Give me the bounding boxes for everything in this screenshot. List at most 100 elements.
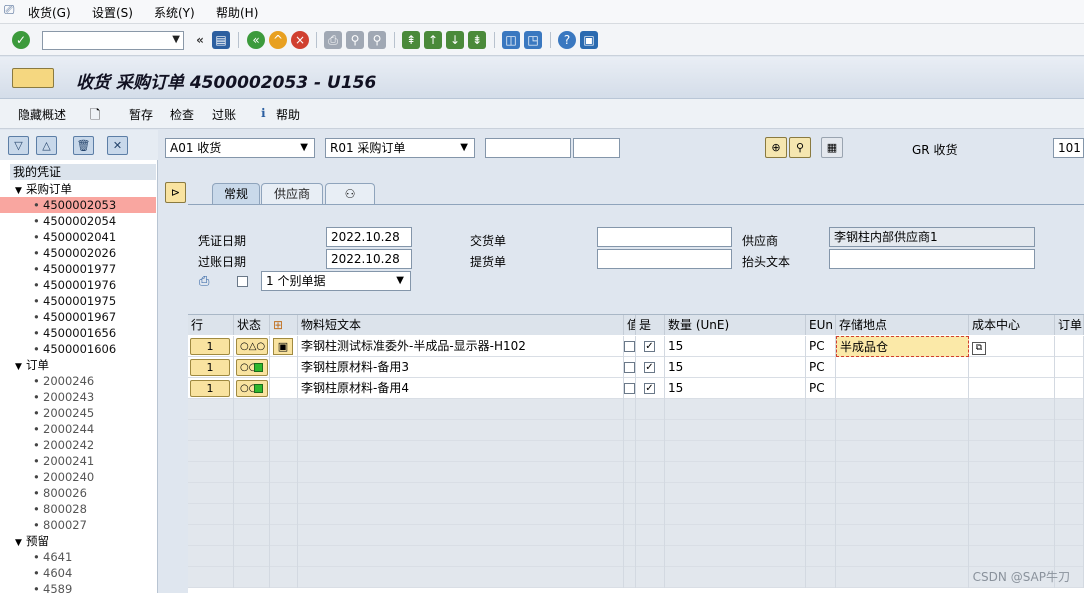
col-line-cell[interactable]: 1 <box>188 357 234 378</box>
layout-icon[interactable]: ▣ <box>580 31 598 49</box>
col-storage-location-cell[interactable] <box>836 378 969 399</box>
print-icon[interactable]: ⎙ <box>324 31 342 49</box>
info-icon[interactable]: ℹ <box>261 106 266 120</box>
tree-item-order[interactable]: • 2000244 <box>0 421 156 437</box>
table-row[interactable]: 1 ○△○ ▣ 李钢柱测试标准委外-半成品-显示器-H102 ✓ 15 PC 半成品仓 ⧉ <box>188 336 1084 357</box>
table-row[interactable]: 1 ○○ 李钢柱原材料-备用3 ✓ 15 PC <box>188 357 1084 378</box>
value-checkbox[interactable] <box>624 383 635 394</box>
col-value-cell[interactable] <box>624 336 636 357</box>
col-status-cell[interactable]: ○○ <box>234 378 270 399</box>
delete-icon[interactable]: 🗑 <box>73 136 94 155</box>
col-layout-header[interactable]: ⊞ <box>270 315 298 335</box>
col-value-cell[interactable] <box>624 378 636 399</box>
tree-item-purchase-order[interactable]: • 4500002026 <box>0 245 156 261</box>
shortcut-icon[interactable]: ◳ <box>524 31 542 49</box>
col-material-text-cell[interactable]: 李钢柱原材料-备用4 <box>298 378 624 399</box>
menu-settings[interactable]: 设置(S) <box>92 4 133 21</box>
check-button[interactable]: 检查 <box>170 106 194 123</box>
save-icon[interactable]: ▤ <box>212 31 230 49</box>
menu-goods-receipt[interactable]: 收货(G) <box>28 4 71 21</box>
hide-overview-button[interactable]: 隐藏概述 <box>18 106 66 123</box>
col-status-header[interactable]: 状态 <box>234 315 270 335</box>
tree-item-order[interactable]: • 2000240 <box>0 469 156 485</box>
col-order-cell[interactable] <box>1055 357 1084 378</box>
col-line-header[interactable]: 行 <box>188 315 234 335</box>
print-checkbox[interactable] <box>237 276 248 287</box>
tree-item-purchase-order[interactable]: • 4500001656 <box>0 325 156 341</box>
tree-item-purchase-order[interactable]: • 4500001976 <box>0 277 156 293</box>
window-icon[interactable]: ⎚ <box>4 3 14 18</box>
col-value-header[interactable]: 值 <box>624 315 636 335</box>
menu-help[interactable]: 帮助(H) <box>216 4 258 21</box>
value-checkbox[interactable] <box>624 341 635 352</box>
col-quantity-cell[interactable]: 15 <box>665 336 806 357</box>
col-quantity-cell[interactable]: 15 <box>665 378 806 399</box>
item-ok-checkbox[interactable]: ✓ <box>644 362 655 373</box>
tree-folder-reservations[interactable]: ▼ 预留 <box>0 533 156 549</box>
col-line-cell[interactable]: 1 <box>188 378 234 399</box>
col-order-cell[interactable] <box>1055 378 1084 399</box>
col-ok-cell[interactable]: ✓ <box>636 378 665 399</box>
col-cost-center-cell[interactable] <box>969 357 1055 378</box>
col-ok-header[interactable]: 是 <box>636 315 665 335</box>
tree-item-order[interactable]: • 800027 <box>0 517 156 533</box>
find-next-icon[interactable]: ⚲ <box>368 31 386 49</box>
chevron-down-icon[interactable]: ▼ <box>172 34 180 45</box>
reference-item-input[interactable] <box>573 138 620 158</box>
tab-vendor[interactable]: 供应商 <box>261 183 323 204</box>
tree-item-reservation[interactable]: • 4604 <box>0 565 156 581</box>
print-icon[interactable]: ⎙ <box>199 274 209 289</box>
tree-item-purchase-order[interactable]: • 4500001977 <box>0 261 156 277</box>
tree-item-order[interactable]: • 800028 <box>0 501 156 517</box>
reference-doc-input[interactable] <box>485 138 571 158</box>
item-ok-checkbox[interactable]: ✓ <box>644 341 655 352</box>
line-button[interactable]: 1 <box>190 359 230 376</box>
line-button[interactable]: 1 <box>190 380 230 397</box>
col-status-cell[interactable]: ○△○ <box>234 336 270 357</box>
tree-item-order[interactable]: • 2000245 <box>0 405 156 421</box>
col-layout-cell[interactable] <box>270 378 298 399</box>
col-storage-location-cell[interactable] <box>836 357 969 378</box>
col-quantity-header[interactable]: 数量 (UnE) <box>665 315 806 335</box>
col-cost-center-cell[interactable]: ⧉ <box>969 336 1055 357</box>
col-layout-cell[interactable]: ▣ <box>270 336 298 357</box>
delivery-note-field[interactable] <box>597 227 732 247</box>
col-material-text-header[interactable]: 物料短文本 <box>298 315 624 335</box>
grid-icon[interactable]: ▦ <box>821 137 843 158</box>
col-ok-cell[interactable]: ✓ <box>636 357 665 378</box>
slip-type-select[interactable]: 1 个别单据 ▼ <box>261 271 411 291</box>
detail-icon[interactable]: ▣ <box>273 338 293 355</box>
menu-toggle-icon[interactable] <box>12 68 54 88</box>
command-field[interactable]: ▼ <box>42 31 184 50</box>
tree-folder-orders[interactable]: ▼ 订单 <box>0 357 156 373</box>
find-icon[interactable]: ⚲ <box>346 31 364 49</box>
header-text-field[interactable] <box>829 249 1035 269</box>
search-icon[interactable]: ⚲ <box>789 137 811 158</box>
status-ok-icon[interactable]: ○○ <box>236 380 268 397</box>
col-material-text-cell[interactable]: 李钢柱原材料-备用3 <box>298 357 624 378</box>
tree-item-purchase-order[interactable]: • 4500002054 <box>0 213 156 229</box>
status-warning-icon[interactable]: ○△○ <box>236 338 268 355</box>
col-unit-cell[interactable]: PC <box>806 378 836 399</box>
col-cost-center-header[interactable]: 成本中心 <box>969 315 1055 335</box>
col-order-header[interactable]: 订单 <box>1055 315 1084 335</box>
chevron-down-icon[interactable]: ▼ <box>460 139 468 157</box>
last-page-icon[interactable]: ⇟ <box>468 31 486 49</box>
enter-icon[interactable]: ✓ <box>12 31 30 49</box>
col-order-cell[interactable] <box>1055 336 1084 357</box>
col-unit-header[interactable]: EUn <box>806 315 836 335</box>
header-toggle-icon[interactable]: ⊳ <box>165 182 186 203</box>
back-double-icon[interactable]: « <box>191 31 209 49</box>
col-cost-center-cell[interactable] <box>969 378 1055 399</box>
tree-item-order[interactable]: • 800026 <box>0 485 156 501</box>
tab-general[interactable]: 常规 <box>212 183 260 204</box>
status-ok-icon[interactable]: ○○ <box>236 359 268 376</box>
col-unit-cell[interactable]: PC <box>806 336 836 357</box>
tree-item-purchase-order[interactable]: • 4500001967 <box>0 309 156 325</box>
next-page-icon[interactable]: ↓ <box>446 31 464 49</box>
help-icon[interactable]: ? <box>558 31 576 49</box>
hold-button[interactable]: 暂存 <box>129 106 153 123</box>
tree-item-purchase-order[interactable]: • 4500002053 <box>0 197 156 213</box>
collapse-all-icon[interactable]: △ <box>36 136 57 155</box>
close-icon[interactable]: ✕ <box>107 136 128 155</box>
